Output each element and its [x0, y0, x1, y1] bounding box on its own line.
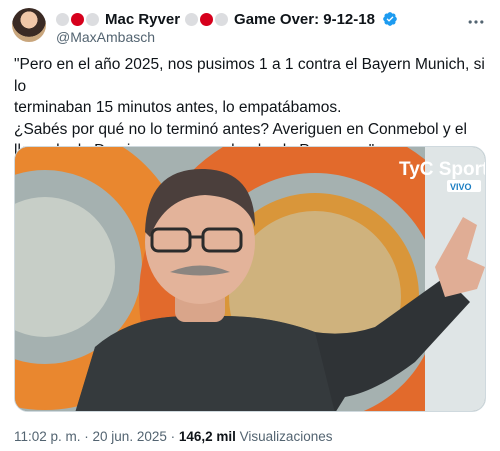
views-label: Visualizaciones [235, 429, 333, 444]
more-options-icon[interactable] [466, 12, 486, 32]
author-handle[interactable]: @MaxAmbasch [56, 29, 155, 45]
broadcaster-logo: TyC Sports [399, 159, 486, 180]
tweet-line: "Pero en el año 2025, nos pusimos 1 a 1 … [14, 56, 485, 95]
tweet-timestamp[interactable]: 11:02 p. m. · 20 jun. 2025 · [14, 429, 179, 444]
tweet-header: Mac Ryver Game Over: 9-12-18 @MaxAmbasch [12, 8, 488, 45]
grey-circle-emoji [56, 12, 69, 26]
tweet-line: terminaban 15 minutos antes, lo empatába… [14, 99, 342, 116]
author-name-row[interactable]: Mac Ryver Game Over: 9-12-18 [56, 10, 398, 28]
tweet-media-image[interactable]: TyC Sports VIVO [14, 146, 486, 412]
grey-circle-emoji [215, 12, 229, 26]
red-circle-emoji [71, 12, 84, 26]
tweet-line: ¿Sabés por qué no lo terminó antes? Aver… [14, 120, 467, 138]
tv-broadcast-still: TyC Sports VIVO [15, 147, 486, 411]
grey-circle-emoji [185, 12, 199, 26]
red-circle-emoji [200, 12, 214, 26]
grey-circle-emoji [86, 12, 99, 26]
verified-badge-icon [383, 12, 397, 26]
author-avatar[interactable] [12, 8, 46, 42]
views-count: 146,2 mil [178, 429, 236, 444]
display-name-right: Game Over: 9-12-18 [234, 10, 375, 28]
display-name-left: Mac Ryver [105, 10, 181, 28]
live-badge: VIVO [450, 182, 472, 192]
tweet-footer: 11:02 p. m. · 20 jun. 2025 · 146,2 mil V… [14, 429, 332, 444]
